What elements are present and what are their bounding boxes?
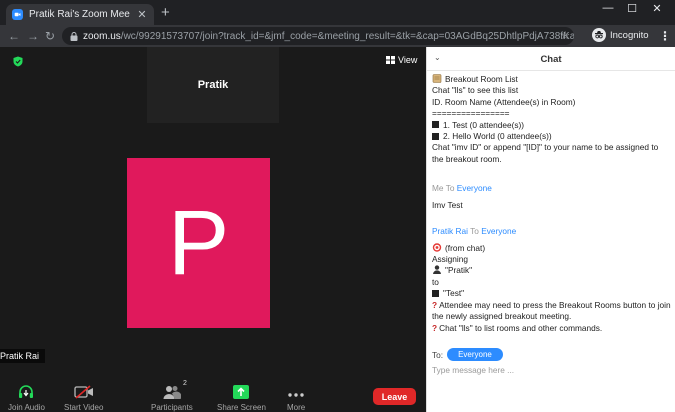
lock-icon xyxy=(70,31,78,41)
chat-title: Chat xyxy=(540,54,562,65)
target-icon xyxy=(432,242,442,252)
recipient-dropdown[interactable]: Everyone xyxy=(447,348,503,361)
room-entry-text: 2. Hello World (0 attendee(s)) xyxy=(443,131,552,142)
back-icon[interactable]: ← xyxy=(8,29,20,43)
participants-count-badge: 2 xyxy=(182,380,187,387)
recipient-row: To: Everyone xyxy=(432,348,503,361)
browser-menu-icon[interactable]: ⋮ xyxy=(659,29,671,43)
minimize-icon[interactable]: — xyxy=(599,2,617,14)
reply-line: to xyxy=(432,276,439,287)
breakout-list-heading: Breakout Room List xyxy=(432,74,672,85)
to-label: To: xyxy=(432,349,444,360)
reply-line: "Pratik" xyxy=(432,265,672,276)
url-bar[interactable]: zoom.us/wc/99291573707/join?track_id=&jm… xyxy=(62,27,574,45)
sender-name: Pratik Rai xyxy=(432,225,468,236)
person-icon xyxy=(433,265,441,275)
reload-icon[interactable]: ↻ xyxy=(45,29,55,43)
sender-to-word: To xyxy=(445,183,455,194)
chat-compose: To: Everyone xyxy=(427,344,675,412)
maximize-icon[interactable]: ☐ xyxy=(623,2,641,15)
avatar-letter: P xyxy=(167,192,230,294)
browser-tab[interactable]: Pratik Rai's Zoom Meeting ✕ xyxy=(6,4,154,25)
headphones-icon xyxy=(18,380,34,399)
reply-text: Chat "lls" to list rooms and other comma… xyxy=(439,322,603,333)
share-screen-icon xyxy=(233,380,250,399)
chat-message-input[interactable] xyxy=(432,363,668,376)
message-sender-line: Me To Everyone xyxy=(432,183,672,194)
start-video-label: Start Video xyxy=(64,403,104,412)
url-host: zoom.us xyxy=(83,30,121,42)
reply-text: Attendee may need to press the Breakout … xyxy=(432,299,671,322)
recipient-name: Everyone xyxy=(456,183,492,194)
self-name-label: Pratik Rai xyxy=(0,349,46,363)
forward-icon[interactable]: → xyxy=(27,29,39,43)
chat-panel: ⌄ Chat Breakout Room List Chat "lls" to … xyxy=(426,47,675,412)
incognito-indicator[interactable]: Incognito xyxy=(592,28,649,42)
thumbnail-name: Pratik xyxy=(197,79,229,91)
more-dots-icon xyxy=(288,380,304,399)
reply-text: "Test" xyxy=(443,288,465,299)
participant-thumbnail[interactable]: Pratik xyxy=(147,47,279,123)
room-entry: 2. Hello World (0 attendee(s)) xyxy=(432,131,672,142)
reply-line: Assigning xyxy=(432,254,468,265)
zoom-favicon-icon xyxy=(12,9,23,20)
sender-name: Me xyxy=(432,183,444,194)
incognito-label: Incognito xyxy=(610,29,649,41)
tab-close-icon[interactable]: ✕ xyxy=(136,8,148,21)
bot-line: ID. Room Name (Attendee(s) in Room) xyxy=(432,96,576,107)
reply-line: ? Attendee may need to press the Breakout… xyxy=(432,300,672,323)
new-tab-icon[interactable]: + xyxy=(161,5,170,20)
sender-to-word: To xyxy=(470,225,479,236)
window-close-icon[interactable]: ✕ xyxy=(648,2,666,15)
bot-instruction: Chat "imv ID" or append "[ID]" to your n… xyxy=(432,142,659,164)
share-screen-label: Share Screen xyxy=(217,403,266,412)
chat-messages: Breakout Room List Chat "lls" to see thi… xyxy=(432,74,672,334)
room-square-icon xyxy=(432,289,439,297)
participants-icon: 2 xyxy=(163,380,187,399)
reply-text: "Pratik" xyxy=(445,265,473,276)
url-path: /wc/99291573707/join?track_id=&jmf_code=… xyxy=(120,30,574,42)
reply-line: (from chat) xyxy=(432,243,672,254)
view-label: View xyxy=(398,55,418,65)
leave-meeting-button[interactable]: Leave xyxy=(373,388,416,405)
message-sender-line: Pratik Rai To Everyone xyxy=(432,226,672,237)
breakout-list-title: Breakout Room List xyxy=(445,74,518,84)
bot-line: Chat "lls" to see this list xyxy=(432,85,519,96)
url-text: zoom.us/wc/99291573707/join?track_id=&jm… xyxy=(83,31,574,42)
more-button[interactable]: More xyxy=(287,380,305,412)
question-mark-icon: ? xyxy=(432,299,438,310)
scroll-icon xyxy=(432,74,442,83)
room-square-icon xyxy=(432,121,439,129)
bot-divider: ================ xyxy=(432,108,510,119)
share-screen-button[interactable]: Share Screen xyxy=(217,380,266,412)
join-audio-button[interactable]: Join Audio xyxy=(8,380,45,412)
reply-text: (from chat) xyxy=(445,242,486,253)
meeting-video-area: Pratik View P Pratik Rai xyxy=(0,47,426,412)
browser-tab-bar: Pratik Rai's Zoom Meeting ✕ + — ☐ ✕ xyxy=(0,0,675,25)
view-button[interactable]: View xyxy=(386,55,417,65)
join-audio-label: Join Audio xyxy=(8,403,45,412)
start-video-button[interactable]: Start Video xyxy=(64,380,103,412)
reply-line: ? Chat "lls" to list rooms and other comm… xyxy=(432,323,672,334)
more-label: More xyxy=(287,403,306,412)
message-text: Imv Test xyxy=(432,200,463,211)
participants-label: Participants xyxy=(151,403,193,412)
question-mark-icon: ? xyxy=(432,322,438,333)
room-entry: 1. Test (0 attendee(s)) xyxy=(432,120,672,131)
participant-avatar: P xyxy=(127,158,270,328)
incognito-icon xyxy=(592,28,606,42)
room-entry-text: 1. Test (0 attendee(s)) xyxy=(443,119,525,130)
bookmark-star-icon[interactable]: ☆ xyxy=(560,29,570,42)
security-shield-icon[interactable] xyxy=(13,56,23,67)
tab-title: Pratik Rai's Zoom Meeting xyxy=(29,9,130,20)
grid-view-icon xyxy=(386,56,395,64)
chat-header: ⌄ Chat xyxy=(427,47,675,71)
browser-address-bar: ← → ↻ zoom.us/wc/99291573707/join?track_… xyxy=(0,25,675,47)
room-square-icon xyxy=(432,132,439,140)
reply-line: "Test" xyxy=(432,288,672,299)
recipient-name: Everyone xyxy=(481,225,517,236)
meeting-toolbar: Join Audio Start Video 2 Participants Sh… xyxy=(0,377,426,412)
participants-button[interactable]: 2 Participants xyxy=(151,380,193,412)
video-off-icon xyxy=(74,380,94,399)
